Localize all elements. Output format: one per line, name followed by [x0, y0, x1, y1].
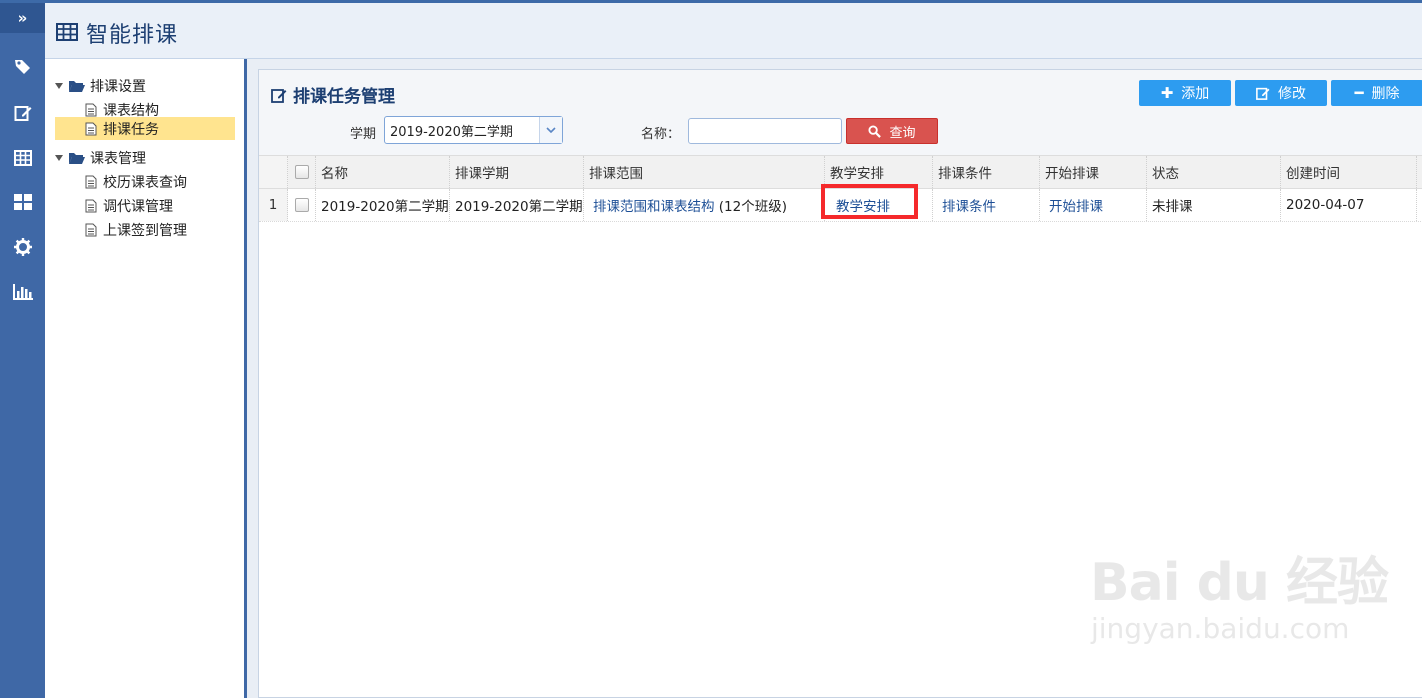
tree-group-schedule-settings[interactable]: 排课设置 — [55, 75, 146, 97]
table-icon — [13, 150, 32, 166]
bar-chart-icon — [12, 284, 33, 300]
watermark-brand: Bai du 经验 — [1090, 553, 1389, 613]
icon-rail: » — [0, 3, 45, 698]
cell-scope: 排课范围和课表结构 (12个班级) — [584, 189, 825, 221]
tree-group-label: 课表管理 — [90, 151, 146, 167]
document-icon — [85, 223, 97, 237]
name-label: 名称： — [641, 127, 681, 142]
panel-title-text: 排课任务管理 — [293, 87, 395, 107]
cell-start: 开始排课 — [1040, 189, 1147, 221]
select-all-checkbox[interactable] — [294, 165, 309, 179]
row-checkbox[interactable] — [294, 198, 309, 212]
folder-open-icon — [69, 81, 85, 92]
tree-item-label: 排课任务 — [103, 121, 159, 138]
expand-caret-icon[interactable] — [55, 83, 63, 89]
cell-created: 2020-04-07 — [1281, 189, 1417, 221]
chevron-down-icon[interactable] — [539, 117, 562, 143]
baidu-watermark: Bai du 经验 jingyan.baidu.com — [1090, 540, 1389, 645]
highlight-annotation-box — [821, 184, 918, 219]
plus-icon: ✚ — [1160, 84, 1174, 102]
expand-rail-button[interactable]: » — [0, 3, 45, 33]
add-button-label: 添加 — [1181, 86, 1210, 102]
cell-term: 2019-2020第二学期 — [450, 189, 584, 221]
panel-title: 排课任务管理 — [271, 82, 395, 107]
tree-item-label: 调代课管理 — [103, 199, 173, 215]
rail-settings-button[interactable] — [0, 230, 45, 264]
search-button[interactable]: 查询 — [846, 118, 938, 144]
rail-edit-button[interactable] — [0, 96, 45, 130]
column-header-scope[interactable]: 排课范围 — [584, 156, 825, 188]
watermark-url: jingyan.baidu.com — [1091, 612, 1350, 645]
select-all-cell — [288, 156, 316, 188]
expand-caret-icon[interactable] — [55, 155, 63, 161]
tree-item-label: 校历课表查询 — [103, 175, 187, 191]
delete-button-label: 删除 — [1371, 86, 1400, 102]
column-header-name[interactable]: 名称 — [316, 156, 450, 188]
cell-name: 2019-2020第二学期 — [316, 189, 450, 221]
gear-icon — [13, 238, 32, 256]
document-icon — [85, 199, 97, 213]
rail-grid-button[interactable] — [0, 185, 45, 219]
tree-item-attendance[interactable]: 上课签到管理 — [85, 219, 187, 241]
column-header-start[interactable]: 开始排课 — [1040, 156, 1147, 188]
column-header-conditions[interactable]: 排课条件 — [933, 156, 1040, 188]
conditions-link[interactable]: 排课条件 — [942, 195, 996, 215]
row-select-cell — [288, 189, 316, 221]
folder-open-icon — [69, 153, 85, 164]
app-title: 智能排课 — [86, 23, 179, 48]
add-button[interactable]: ✚ 添加 — [1139, 80, 1231, 106]
column-header-status[interactable]: 状态 — [1147, 156, 1281, 188]
edit-icon — [271, 88, 287, 103]
minus-icon: ━ — [1354, 84, 1364, 102]
cell-status: 未排课 — [1147, 189, 1281, 221]
tree-group-timetable-management[interactable]: 课表管理 — [55, 147, 146, 169]
name-input[interactable] — [688, 118, 842, 144]
edit-button[interactable]: 修改 — [1235, 80, 1327, 106]
edit-icon — [1256, 87, 1270, 100]
tree-item-schedule-task[interactable]: 排课任务 — [55, 117, 235, 140]
edit-icon — [14, 106, 31, 121]
panel-header: 排课任务管理 ✚ 添加 修改 ━ 删除 学期 2019-2020第二学期 名称：… — [259, 70, 1422, 155]
grid-icon — [13, 194, 32, 210]
nav-tree: 排课设置 课表结构 排课任务 课表管理 校历课表查询 调代课管理 上课签到管理 — [45, 59, 247, 698]
scope-link[interactable]: 排课范围和课表结构 — [593, 195, 715, 215]
search-icon — [868, 124, 882, 138]
rail-table-button[interactable] — [0, 141, 45, 175]
edit-button-label: 修改 — [1278, 86, 1306, 102]
document-icon — [85, 103, 97, 117]
term-label: 学期 — [350, 127, 377, 142]
cell-conditions: 排课条件 — [933, 189, 1040, 221]
search-button-label: 查询 — [889, 125, 916, 141]
row-number-header — [259, 156, 288, 188]
expand-icon: » — [17, 9, 28, 27]
app-header: 智能排课 — [45, 3, 1422, 59]
column-header-created[interactable]: 创建时间 — [1281, 156, 1417, 188]
document-icon — [85, 122, 97, 135]
term-select-value: 2019-2020第二学期 — [390, 124, 513, 140]
tree-item-substitution[interactable]: 调代课管理 — [85, 195, 173, 217]
term-select[interactable]: 2019-2020第二学期 — [384, 116, 563, 144]
scope-suffix: (12个班级) — [714, 199, 788, 215]
start-scheduling-link[interactable]: 开始排课 — [1049, 195, 1103, 215]
tree-item-calendar-query[interactable]: 校历课表查询 — [85, 171, 187, 193]
tree-item-label: 上课签到管理 — [103, 223, 187, 239]
table-icon — [56, 23, 78, 41]
row-number: 1 — [259, 189, 288, 221]
column-header-term[interactable]: 排课学期 — [450, 156, 584, 188]
tree-group-label: 排课设置 — [90, 79, 146, 95]
rail-tags-button[interactable] — [0, 50, 45, 84]
document-icon — [85, 175, 97, 189]
rail-stats-button[interactable] — [0, 275, 45, 309]
delete-button[interactable]: ━ 删除 — [1331, 80, 1422, 106]
tag-icon — [14, 60, 30, 74]
